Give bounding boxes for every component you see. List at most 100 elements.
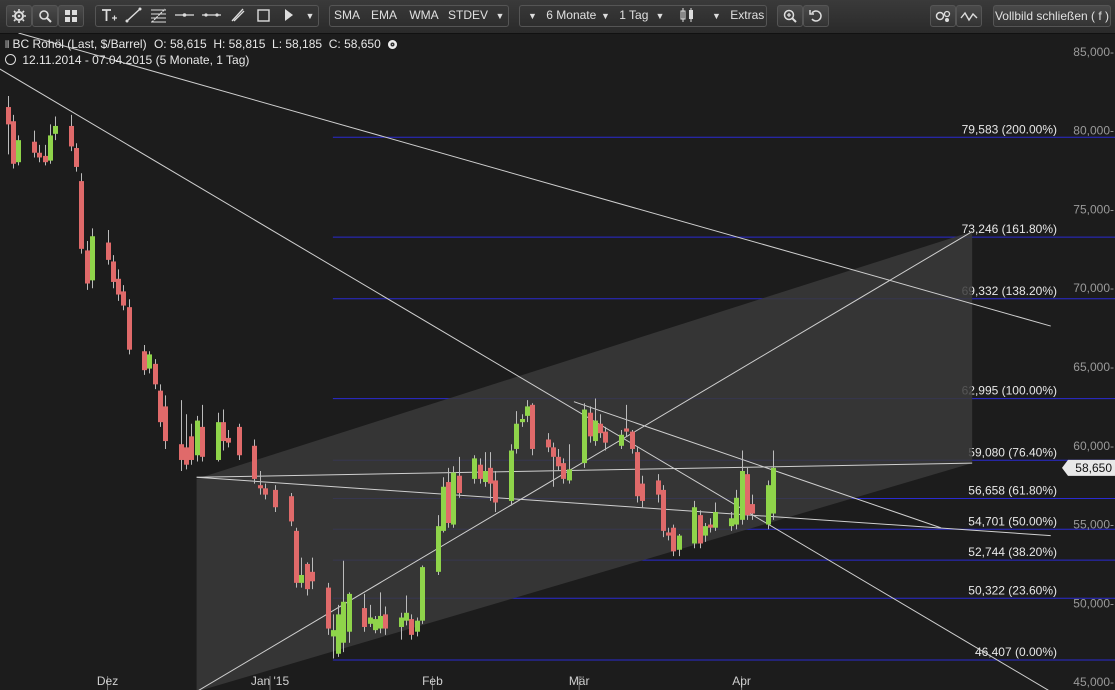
ema-button[interactable]: EMA <box>365 5 403 27</box>
undo-icon[interactable] <box>803 5 829 27</box>
candle <box>237 423 242 460</box>
y-tick-label: 50,000- <box>1073 596 1114 610</box>
candle-body <box>48 135 53 161</box>
brush-icon[interactable] <box>225 5 251 27</box>
candle <box>671 524 676 557</box>
candle <box>420 565 425 624</box>
candle-body <box>189 436 194 460</box>
candle-body <box>745 474 750 516</box>
candle <box>147 351 152 374</box>
pointer-icon[interactable] <box>276 5 301 27</box>
candle <box>163 395 168 449</box>
candle <box>635 447 640 503</box>
date-range: 12.11.2014 - 07.04.2015 (5 Monate, 1 Tag… <box>22 53 250 67</box>
candle-body <box>415 620 420 632</box>
candle <box>289 493 294 527</box>
grid-icon[interactable] <box>58 5 84 27</box>
chevron-down-icon: ▼ <box>528 11 537 21</box>
trendline-2[interactable] <box>18 33 1051 327</box>
candle <box>216 412 221 462</box>
price-chart[interactable]: 79,583 (200.00%) 73,246 (161.80%) 69,332 (… <box>0 33 1115 690</box>
candle-body <box>551 447 556 457</box>
fib-level-label: 62,995 (100.00%) <box>962 384 1057 398</box>
y-tick-label: 75,000- <box>1073 202 1114 216</box>
y-tick-label: 45,000- <box>1073 675 1114 689</box>
interval-select-label: 1 Tag <box>619 8 649 22</box>
search-icon[interactable] <box>32 5 58 27</box>
candle <box>692 500 697 549</box>
candle-body <box>237 426 242 456</box>
candle <box>32 130 37 158</box>
candle-body <box>593 420 598 442</box>
candlestick-type-icon[interactable] <box>671 5 705 27</box>
candle-body <box>368 617 373 624</box>
candle <box>698 510 703 549</box>
zoom-in-icon[interactable] <box>777 5 803 27</box>
candle-body <box>520 419 525 423</box>
candle <box>153 359 158 390</box>
candle-body <box>90 236 95 281</box>
chevron-down-icon: ▼ <box>712 11 721 21</box>
candle-body <box>404 612 409 621</box>
fib-level-label: 79,583 (200.00%) <box>962 122 1057 136</box>
candle-body <box>457 475 462 494</box>
candle-body <box>525 406 530 416</box>
x-tick-label: Feb <box>422 674 443 688</box>
indicator-wave-icon[interactable] <box>956 5 982 27</box>
fullscreen-close-button[interactable]: Vollbild schließen ( f ) <box>993 5 1111 27</box>
candle-body <box>698 515 703 544</box>
candle-body <box>661 489 666 531</box>
candle-body <box>121 291 126 306</box>
trendlines[interactable] <box>0 33 1061 690</box>
candle-body <box>409 619 414 635</box>
candle <box>127 299 132 355</box>
candle-body <box>158 390 163 423</box>
fib-level-label: 52,744 (38.20%) <box>968 545 1057 559</box>
candle-body <box>373 619 378 631</box>
candle-body <box>273 489 278 508</box>
y-tick-label: 85,000- <box>1073 45 1114 59</box>
chevron-down-icon: ▼ <box>655 11 665 21</box>
candle-body <box>147 354 152 369</box>
text-tool-icon[interactable] <box>96 5 121 27</box>
sma-button[interactable]: SMA <box>330 5 364 27</box>
candle-body <box>666 532 671 536</box>
y-tick-label: 80,000- <box>1073 124 1114 138</box>
indicator-dropdown[interactable]: ▼ <box>491 5 509 27</box>
candle-body <box>69 125 74 147</box>
candle <box>79 173 84 254</box>
candle <box>195 415 200 462</box>
settings-icon[interactable] <box>930 5 956 27</box>
candle <box>252 439 257 484</box>
candle-body <box>451 472 456 525</box>
wma-button[interactable]: WMA <box>404 5 444 27</box>
candle <box>509 444 514 506</box>
fib-level-label: 69,332 (138.20%) <box>962 284 1057 298</box>
horizontal-line-icon[interactable] <box>171 5 198 27</box>
trendline-icon[interactable] <box>121 5 146 27</box>
candle <box>530 403 535 456</box>
rectangle-icon[interactable] <box>251 5 276 27</box>
candle-body <box>106 242 111 260</box>
interval-select[interactable]: ▼ 1 Tag <box>595 5 649 27</box>
candle-body <box>43 155 48 163</box>
candle-body <box>111 261 116 282</box>
drawing-tools-dropdown[interactable]: ▼ <box>301 5 319 27</box>
candle-body <box>708 524 713 528</box>
stdev-button[interactable]: STDEV <box>445 5 491 27</box>
candle-body <box>6 107 11 125</box>
candle-body <box>200 426 205 457</box>
fib-level-label: 54,701 (50.00%) <box>968 514 1057 528</box>
candle <box>6 96 11 155</box>
x-tick-label: Dez <box>97 674 118 688</box>
info-circle-icon[interactable] <box>388 40 398 49</box>
gear-icon[interactable] <box>6 5 32 27</box>
extras-select[interactable]: ▼ Extras <box>706 5 767 27</box>
clock-icon <box>5 54 16 65</box>
channel-icon[interactable] <box>198 5 225 27</box>
y-tick-label: 65,000- <box>1073 360 1114 374</box>
candle <box>582 403 587 468</box>
period-select[interactable]: ▼ 6 Monate <box>520 5 596 27</box>
interval-dropdown[interactable]: ▼ <box>650 5 670 27</box>
fibonacci-icon[interactable] <box>146 5 171 27</box>
